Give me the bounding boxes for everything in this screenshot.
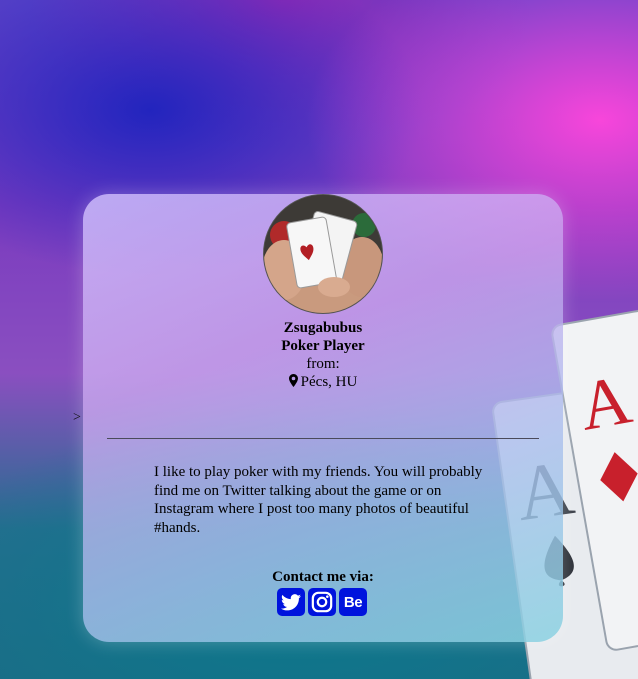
twitter-icon bbox=[281, 593, 301, 610]
poker-hand-photo: A A bbox=[264, 195, 382, 313]
behance-link[interactable]: Be bbox=[339, 588, 367, 616]
divider bbox=[107, 438, 539, 439]
stray-character: > bbox=[73, 410, 81, 425]
profile-avatar: A A bbox=[263, 194, 383, 314]
from-label: from: bbox=[306, 356, 340, 372]
profile-card: A A Zsugabubus Poker Player from: Pécs, … bbox=[83, 194, 563, 642]
profile-role: Poker Player bbox=[281, 338, 365, 354]
location-text: Pécs, HU bbox=[300, 374, 358, 390]
behance-icon: Be bbox=[343, 593, 363, 611]
profile-location: Pécs, HU bbox=[83, 373, 563, 391]
bio-text: I like to play poker with my friends. Yo… bbox=[154, 464, 483, 536]
profile-name: Zsugabubus bbox=[283, 320, 363, 336]
instagram-link[interactable] bbox=[308, 588, 336, 616]
instagram-icon bbox=[311, 591, 333, 613]
contact-heading: Contact me via: bbox=[272, 569, 374, 585]
map-pin-icon bbox=[288, 374, 298, 387]
social-links: Be bbox=[277, 588, 369, 616]
twitter-link[interactable] bbox=[277, 588, 305, 616]
